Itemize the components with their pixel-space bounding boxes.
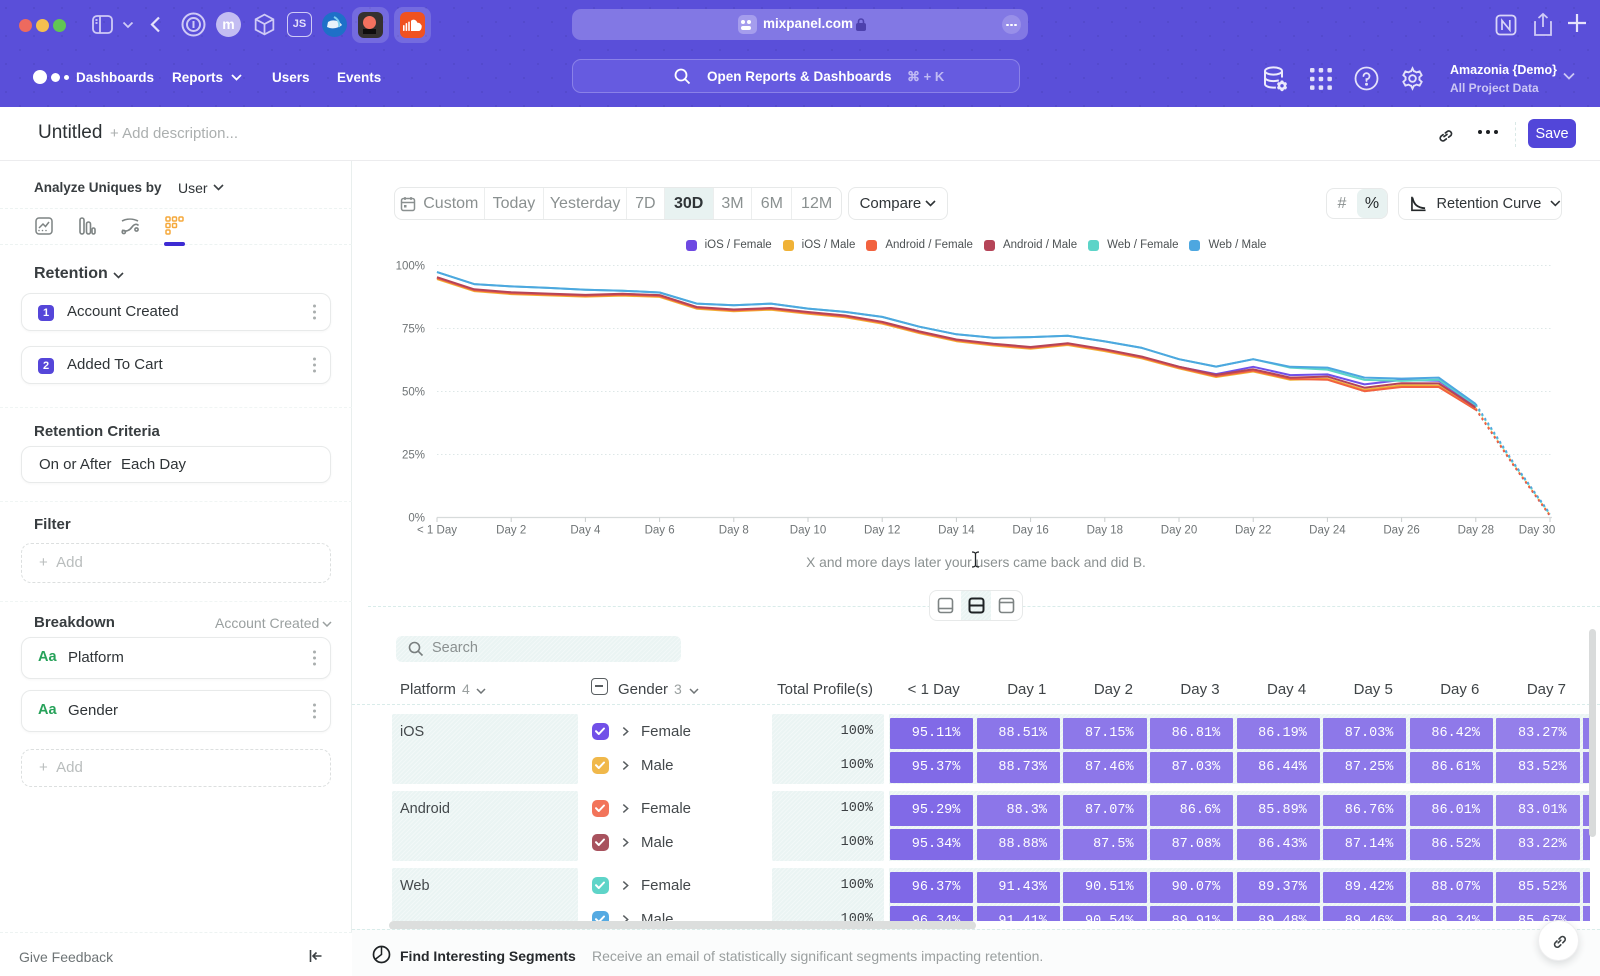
svg-text:Day 2: Day 2 [496, 524, 526, 536]
svg-text:< 1 Day: < 1 Day [417, 524, 457, 536]
svg-text:75%: 75% [402, 323, 425, 335]
svg-text:0%: 0% [408, 512, 425, 524]
svg-text:25%: 25% [402, 449, 425, 461]
svg-text:Day 26: Day 26 [1383, 524, 1419, 536]
svg-text:Day 16: Day 16 [1012, 524, 1048, 536]
svg-text:Day 14: Day 14 [938, 524, 975, 536]
svg-text:Day 8: Day 8 [719, 524, 749, 536]
svg-text:Day 4: Day 4 [570, 524, 601, 536]
svg-text:Day 28: Day 28 [1458, 524, 1494, 536]
svg-text:Day 12: Day 12 [864, 524, 900, 536]
svg-text:Day 10: Day 10 [790, 524, 826, 536]
svg-text:100%: 100% [396, 260, 425, 272]
svg-text:50%: 50% [402, 386, 425, 398]
svg-text:Day 18: Day 18 [1087, 524, 1123, 536]
svg-text:Day 30: Day 30 [1519, 524, 1555, 536]
svg-text:Day 6: Day 6 [645, 524, 675, 536]
svg-text:Day 24: Day 24 [1309, 524, 1346, 536]
svg-text:Day 22: Day 22 [1235, 524, 1271, 536]
svg-text:Day 20: Day 20 [1161, 524, 1197, 536]
